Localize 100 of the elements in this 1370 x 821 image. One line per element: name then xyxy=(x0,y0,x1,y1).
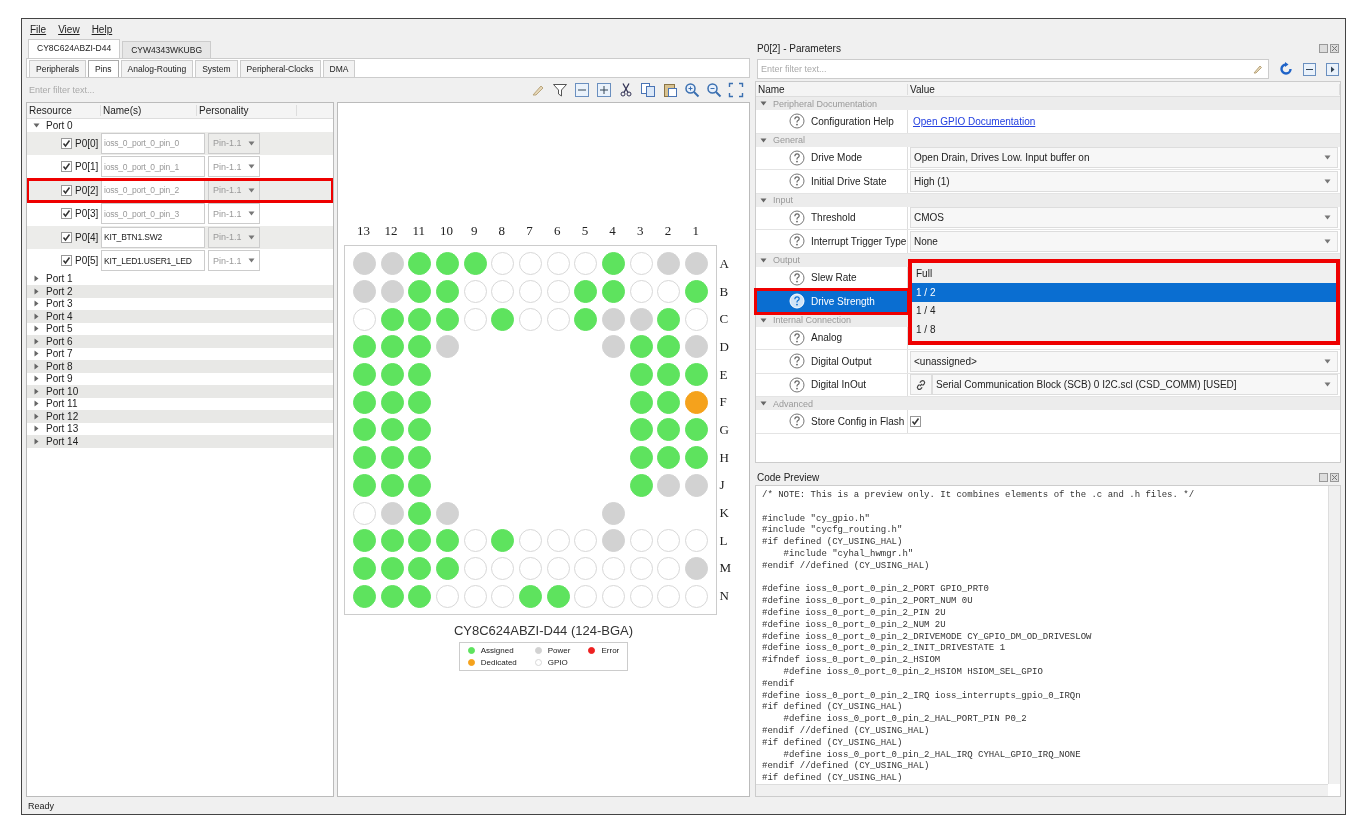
editor-tab[interactable]: Peripheral-Clocks xyxy=(239,60,321,77)
parameter-name-cell[interactable]: Drive Strength xyxy=(756,290,908,313)
device-tab[interactable]: CYW4343WKUBG xyxy=(122,41,212,58)
pin-ball[interactable] xyxy=(685,307,709,331)
column-header[interactable]: Value xyxy=(908,83,1340,95)
pin-ball[interactable] xyxy=(657,335,681,359)
pin-ball[interactable] xyxy=(408,556,432,580)
pin-ball[interactable] xyxy=(491,307,515,331)
pin-ball[interactable] xyxy=(546,584,570,608)
column-header[interactable]: Resource xyxy=(27,105,101,116)
pin-ball[interactable] xyxy=(380,335,404,359)
pin-ball[interactable] xyxy=(408,418,432,442)
pin-ball[interactable] xyxy=(685,335,709,359)
pin-ball[interactable] xyxy=(380,501,404,525)
pin-ball[interactable] xyxy=(685,390,709,414)
collapse-all-icon[interactable] xyxy=(1303,62,1316,76)
pin-ball[interactable] xyxy=(463,584,487,608)
pin-ball[interactable] xyxy=(685,418,709,442)
tree-item[interactable]: Port 10 xyxy=(46,385,79,397)
pin-ball[interactable] xyxy=(546,252,570,276)
parameter-name-cell[interactable]: Digital Output xyxy=(756,350,908,373)
expand-arrow-icon[interactable] xyxy=(33,425,40,433)
pin-ball[interactable] xyxy=(352,501,376,525)
checkbox[interactable] xyxy=(61,255,72,267)
name-field[interactable]: KIT_LED1.USER1_LED xyxy=(101,250,205,272)
pin-ball[interactable] xyxy=(657,307,681,331)
pin-ball[interactable] xyxy=(491,529,515,553)
pin-ball[interactable] xyxy=(352,252,376,276)
pin-ball[interactable] xyxy=(352,280,376,304)
pin-ball[interactable] xyxy=(519,584,542,608)
expand-arrow-icon[interactable] xyxy=(33,337,40,345)
tree-item[interactable]: Port 3 xyxy=(46,298,73,310)
expand-arrow-icon[interactable] xyxy=(33,437,40,445)
checkbox[interactable] xyxy=(61,231,72,243)
pin-ball[interactable] xyxy=(408,584,432,608)
dropdown-option[interactable]: 1 / 8 xyxy=(912,320,1336,339)
pin-ball[interactable] xyxy=(657,418,681,442)
pin-ball[interactable] xyxy=(546,280,570,304)
pin-ball[interactable] xyxy=(352,335,376,359)
tree-item[interactable]: Port 13 xyxy=(46,423,79,435)
pin-ball[interactable] xyxy=(408,446,432,470)
expand-arrow-icon[interactable] xyxy=(33,375,40,383)
checkbox[interactable] xyxy=(61,161,72,173)
pin-ball[interactable] xyxy=(629,556,653,580)
pin-ball[interactable] xyxy=(629,529,653,553)
value-dropdown[interactable]: <unassigned> xyxy=(910,350,1338,372)
pin-row[interactable]: P0[3] ioss_0_port_0_pin_3 Pin-1.1 xyxy=(27,202,333,226)
pin-ball[interactable] xyxy=(380,556,404,580)
pin-ball[interactable] xyxy=(657,473,681,497)
pin-ball[interactable] xyxy=(629,252,653,276)
pin-ball[interactable] xyxy=(657,556,681,580)
pin-ball[interactable] xyxy=(463,529,487,553)
vertical-scrollbar[interactable] xyxy=(1328,486,1340,784)
editor-tab[interactable]: System xyxy=(195,60,238,77)
pin-ball[interactable] xyxy=(574,280,598,304)
tree-item[interactable]: Port 8 xyxy=(46,360,73,372)
pin-ball[interactable] xyxy=(380,390,404,414)
pin-ball[interactable] xyxy=(629,446,653,470)
pin-ball[interactable] xyxy=(463,252,487,276)
pin-ball[interactable] xyxy=(657,584,681,608)
checkbox[interactable] xyxy=(61,137,72,149)
pin-ball[interactable] xyxy=(352,390,376,414)
pin-ball[interactable] xyxy=(435,584,459,608)
value-dropdown[interactable]: CMOS xyxy=(910,207,1338,229)
pin-ball[interactable] xyxy=(352,473,376,497)
pin-ball[interactable] xyxy=(657,446,681,470)
dropdown-option[interactable]: 1 / 4 xyxy=(912,301,1336,320)
pin-ball[interactable] xyxy=(352,418,376,442)
dropdown-option[interactable]: Full xyxy=(912,264,1336,283)
eraser-icon[interactable] xyxy=(1252,64,1262,74)
documentation-link[interactable]: Open GPIO Documentation xyxy=(910,115,1036,127)
pin-ball[interactable] xyxy=(629,363,653,387)
pin-ball[interactable] xyxy=(574,529,598,553)
parameter-name-cell[interactable]: Initial Drive State xyxy=(756,170,908,193)
pin-row[interactable]: P0[2] ioss_0_port_0_pin_2 Pin-1.1 xyxy=(27,178,333,202)
pin-ball[interactable] xyxy=(491,252,515,276)
pin-ball[interactable] xyxy=(657,363,681,387)
pin-ball[interactable] xyxy=(602,335,626,359)
pin-ball[interactable] xyxy=(380,446,404,470)
pin-ball[interactable] xyxy=(408,252,432,276)
pin-ball[interactable] xyxy=(685,529,709,553)
pin-ball[interactable] xyxy=(685,556,709,580)
pin-ball[interactable] xyxy=(380,584,404,608)
parameter-name-cell[interactable]: Interrupt Trigger Type xyxy=(756,230,908,253)
tree-item[interactable]: Port 11 xyxy=(46,398,78,410)
column-header[interactable]: Name xyxy=(756,83,908,95)
pin-ball[interactable] xyxy=(546,529,570,553)
pin-ball[interactable] xyxy=(352,363,376,387)
expand-arrow-icon[interactable] xyxy=(33,350,40,358)
expand-arrow-icon[interactable] xyxy=(33,325,40,333)
column-header[interactable]: Name(s) xyxy=(101,105,197,116)
pin-ball[interactable] xyxy=(435,556,459,580)
expand-arrow-icon[interactable] xyxy=(33,362,40,370)
tree-item[interactable]: Port 7 xyxy=(46,348,73,360)
scissors-icon[interactable] xyxy=(618,82,634,98)
pin-ball[interactable] xyxy=(352,446,376,470)
parameter-name-cell[interactable]: Digital InOut xyxy=(756,373,908,396)
pin-ball[interactable] xyxy=(435,529,459,553)
tree-item[interactable]: Port 2 xyxy=(46,285,73,297)
filter-icon[interactable] xyxy=(552,82,568,98)
